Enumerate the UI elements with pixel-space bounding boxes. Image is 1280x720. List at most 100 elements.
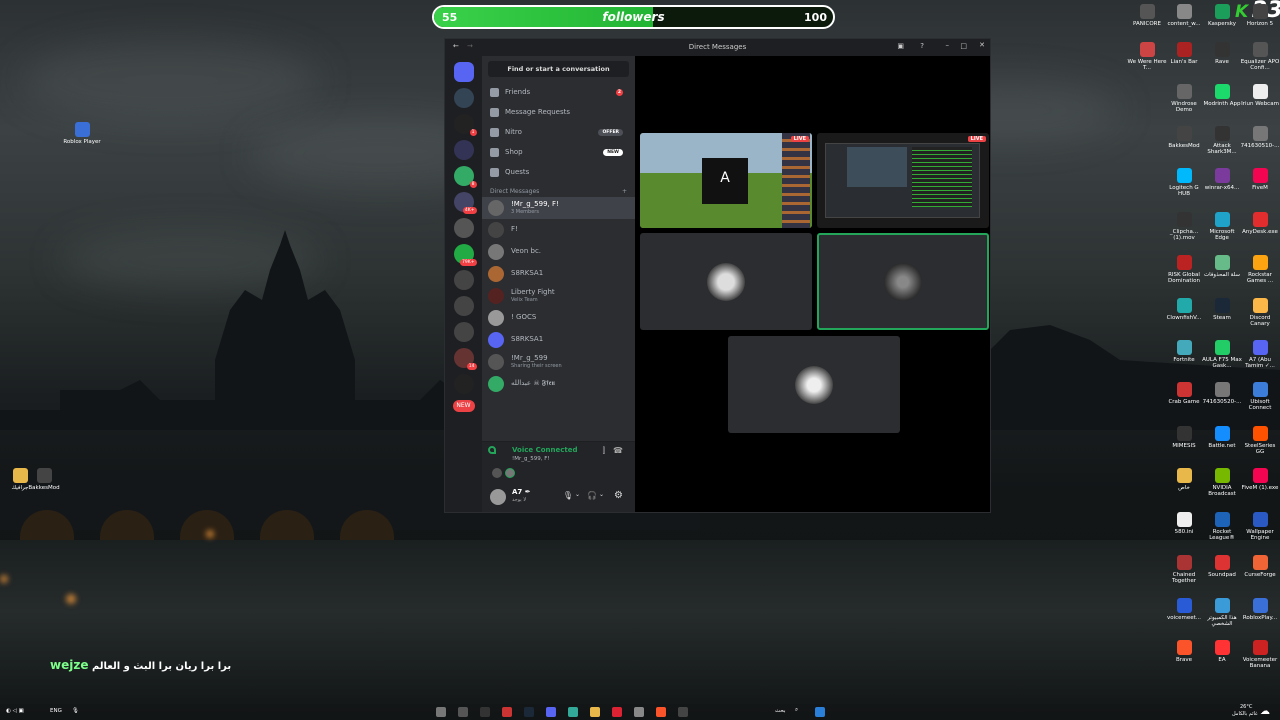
desktop-icon[interactable]: content_w... [1164,4,1204,27]
stream-tile-2[interactable]: LIVE [817,133,989,228]
desktop-icon[interactable]: ClownfishV... [1164,298,1204,321]
dm-item[interactable]: Liberty Fight Velix Team [482,285,635,307]
desktop-icon[interactable]: NVIDIA Broadcast [1202,468,1242,498]
server-icon[interactable] [453,218,474,238]
desktop-icon[interactable]: Horizon 5 [1240,4,1280,27]
desktop-icon[interactable]: سلة المحذوفات [1202,255,1242,278]
server-icon[interactable]: 8 [453,166,477,188]
participant-tile-1[interactable] [640,233,812,330]
minimize-button[interactable]: – [946,41,950,49]
chevron-down-icon[interactable]: ⌄ [575,491,580,498]
desktop-icon[interactable]: voicemeet... [1164,598,1204,621]
taskbar-brave-icon[interactable] [656,707,666,717]
add-dm-icon[interactable]: + [622,188,627,195]
dm-item[interactable]: !Mr_g_599, F! 3 Members [482,197,635,219]
nav-item-shop[interactable]: Shop NEW [482,142,635,162]
dm-item[interactable]: S8RKSA1 [482,263,635,285]
taskbar-app-icon[interactable] [458,707,468,717]
desktop-icon[interactable]: CurseForge [1240,555,1280,578]
desktop-icon[interactable]: AnyDesk.exe [1240,212,1280,235]
inbox-icon[interactable]: ▣ [897,42,904,50]
desktop-icon[interactable]: جرافيك [0,468,40,491]
desktop-icon[interactable]: Soundpad [1202,555,1242,578]
chevron-down-icon[interactable]: ⌄ [599,491,604,498]
desktop-icon[interactable]: Modrinth App [1202,84,1242,107]
desktop-icon[interactable]: FiveM [1240,168,1280,191]
desktop-icon[interactable]: RISK Global Domination [1164,255,1204,285]
discord-window[interactable]: ← → Direct Messages ▣ ? – □ ✕ 1 8 4K+ 79K+ 1… [444,38,991,513]
search-input[interactable]: Find or start a conversation [488,61,629,77]
desktop-icon[interactable]: 741630510-... [1240,126,1280,149]
noise-suppression-icon[interactable]: ⫿ [602,446,605,456]
voice-channel[interactable]: !Mr_g_599, F! [512,456,550,462]
desktop-icon[interactable]: AULA F75 Max Gask... [1202,340,1242,370]
taskbar-steam-icon[interactable] [524,707,534,717]
desktop-icon[interactable]: Wallpaper Engine [1240,512,1280,542]
dm-item[interactable]: !Mr_g_599 Sharing their screen [482,351,635,373]
desktop-icon[interactable]: Attack Shark3M... [1202,126,1242,156]
desktop-icon[interactable]: 741630520-... [1202,382,1242,405]
close-button[interactable]: ✕ [979,41,985,49]
desktop-icon[interactable]: We Were Here T... [1127,42,1167,72]
taskbar-app-icon[interactable] [634,707,644,717]
desktop-icon[interactable]: هذا الكمبيوتر الشخصي [1202,598,1242,628]
dm-item[interactable]: S8RKSA1 [482,329,635,351]
desktop-icon[interactable]: PANICORE [1127,4,1167,27]
stream-tile-1[interactable]: A LIVE [640,133,812,228]
desktop-icon[interactable]: Steam [1202,298,1242,321]
server-icon[interactable] [453,270,474,290]
dm-item[interactable]: ! GOCS [482,307,635,329]
server-icon[interactable]: 14 [453,348,477,370]
desktop-icon[interactable]: BakkesMod [1164,126,1204,149]
server-icon[interactable]: NEW [452,400,475,412]
taskbar-app-icon[interactable] [436,707,446,717]
taskbar-chrome-icon[interactable] [568,707,578,717]
desktop-icon[interactable]: A7 (Abu Tamim ✓... [1240,340,1280,370]
search-icon[interactable]: ⌕ [795,707,798,714]
desktop-icon[interactable]: Discord Canary [1240,298,1280,328]
server-icon[interactable] [453,374,474,394]
dm-item[interactable]: Veon bc. [482,241,635,263]
server-icon[interactable]: 79K+ [453,244,477,266]
desktop-icon[interactable]: Logitech G HUB [1164,168,1204,198]
mic-icon[interactable]: 🎙 [563,491,573,500]
participant-tile-speaking[interactable] [817,233,989,330]
server-icon[interactable] [453,140,474,160]
settings-gear-icon[interactable]: ⚙ [614,490,623,501]
taskbar-app-icon[interactable] [612,707,622,717]
desktop-icon[interactable]: Iriun Webcam [1240,84,1280,107]
desktop-icon[interactable]: _Clipcha... (1).mov [1164,212,1204,242]
desktop-icon[interactable]: Fortnite [1164,340,1204,363]
server-icon[interactable] [453,296,474,316]
help-icon[interactable]: ? [920,42,924,50]
dm-item[interactable]: ﻋﺒﺪﺍﻟﻠﻪ ☠ 𝕱𝖋𝖊𝖚 [482,373,635,395]
desktop-icon[interactable]: Equalizer APO Confi... [1240,42,1280,72]
nav-item-message-requests[interactable]: Message Requests [482,102,635,122]
desktop-icon[interactable]: Rockstar Games ... [1240,255,1280,285]
language-indicator[interactable]: ENG [50,708,62,714]
server-icon[interactable] [453,88,474,108]
nav-item-friends[interactable]: Friends 2 [482,82,635,102]
taskbar-explorer-icon[interactable] [590,707,600,717]
mic-tray-icon[interactable]: 🎙 [72,708,79,714]
desktop-icon[interactable]: Kaspersky [1202,4,1242,27]
taskbar-app-icon[interactable] [480,707,490,717]
desktop-icon[interactable]: winrar-x64... [1202,168,1242,191]
server-icon[interactable]: 4K+ [453,192,477,214]
desktop-icon[interactable]: FiveM (1).exe [1240,468,1280,491]
nav-item-nitro[interactable]: Nitro OFFER [482,122,635,142]
taskbar-app-icon[interactable] [502,707,512,717]
desktop-icon[interactable]: Lian's Bar [1164,42,1204,65]
headphones-icon[interactable]: 🎧 [587,491,597,500]
desktop-icon[interactable]: Crab Game [1164,382,1204,405]
desktop-icon[interactable]: SteelSeries GG [1240,426,1280,456]
server-icon[interactable] [453,322,474,342]
desktop-icon[interactable]: EA [1202,640,1242,663]
dm-item[interactable]: F! [482,219,635,241]
server-icon[interactable]: 1 [453,114,477,136]
desktop-icon[interactable]: RobloxPlay... [1240,598,1280,621]
desktop-icon[interactable]: Roblox Player [62,122,102,145]
desktop-icon[interactable]: MIMESIS [1164,426,1204,449]
desktop-icon[interactable]: Rocket League® [1202,512,1242,542]
desktop-icon[interactable]: 580.ini [1164,512,1204,535]
